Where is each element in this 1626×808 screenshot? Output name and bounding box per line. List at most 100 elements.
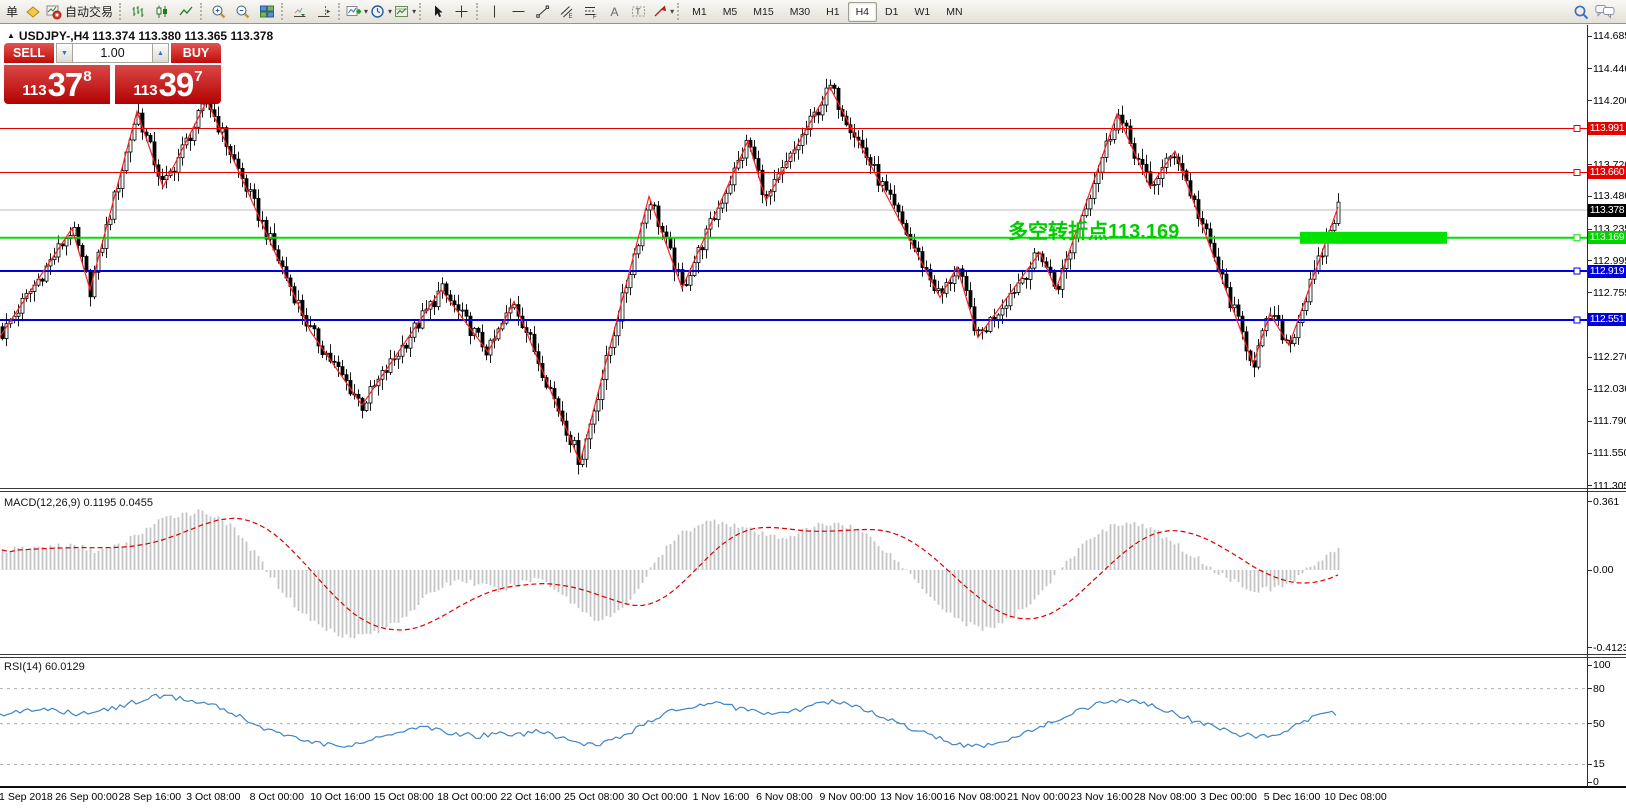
new-order-label[interactable]: 单 xyxy=(6,3,18,20)
zoom-in-icon[interactable] xyxy=(208,2,230,22)
arrows-icon[interactable]: ▾ xyxy=(652,2,674,22)
sell-button[interactable]: SELL xyxy=(4,43,54,63)
panel-separator[interactable] xyxy=(0,654,1626,658)
tile-windows-icon[interactable] xyxy=(256,2,278,22)
fibonacci-icon[interactable]: F xyxy=(580,2,602,22)
chat-icon[interactable] xyxy=(1594,2,1616,22)
time-label: 10 Dec 08:00 xyxy=(1324,791,1386,803)
indicators-icon[interactable]: ▾ xyxy=(346,2,368,22)
time-label: 6 Nov 08:00 xyxy=(756,791,813,803)
candlestick-chart-icon[interactable] xyxy=(151,2,173,22)
new-order-icon[interactable] xyxy=(22,2,44,22)
timeframe-button-w1[interactable]: W1 xyxy=(906,2,938,22)
timeframe-button-m15[interactable]: M15 xyxy=(745,2,781,22)
price-axis-border xyxy=(1587,25,1588,787)
timeframe-button-mn[interactable]: MN xyxy=(938,2,970,22)
price-badge: 113.169 xyxy=(1588,231,1626,244)
time-label: 21 Nov 00:00 xyxy=(1007,791,1069,803)
price-tick-label: 114.685 xyxy=(1593,30,1626,42)
templates-icon[interactable]: ▾ xyxy=(394,2,416,22)
highlight-band[interactable] xyxy=(1300,232,1447,244)
toolbar: 单 自动交易 ▾ ▾ ▾ EFA T ▾ M1M5M15M30H1H4D1W1MN xyxy=(0,0,1626,24)
trendline-icon[interactable] xyxy=(532,2,554,22)
templates-dropdown-caret[interactable]: ▾ xyxy=(412,7,416,16)
crosshair-icon[interactable] xyxy=(451,2,473,22)
timeframe-button-m1[interactable]: M1 xyxy=(684,2,715,22)
price-tick-label: 111.305 xyxy=(1593,480,1626,492)
time-label: 18 Oct 00:00 xyxy=(437,791,497,803)
price-tick-label: 112.030 xyxy=(1593,383,1626,395)
svg-text:T: T xyxy=(636,7,641,16)
indicators-dropdown-caret[interactable]: ▾ xyxy=(364,7,368,16)
rsi-tick-label: 0 xyxy=(1593,776,1599,788)
timeframe-button-h4[interactable]: H4 xyxy=(848,2,877,22)
zigzag-line[interactable] xyxy=(0,87,1338,462)
macd-panel[interactable] xyxy=(0,492,1626,654)
panel-separator[interactable] xyxy=(0,488,1626,492)
price-chart-plot[interactable] xyxy=(0,25,1626,488)
one-click-trading-panel: SELL ▼ ▲ BUY 113 37 8 113 39 7 xyxy=(4,43,221,104)
volume-input[interactable] xyxy=(73,43,152,63)
label-icon[interactable]: T xyxy=(628,2,650,22)
sell-price-display[interactable]: 113 37 8 xyxy=(4,65,110,104)
time-label: 16 Nov 08:00 xyxy=(944,791,1006,803)
timeframe-button-m30[interactable]: M30 xyxy=(782,2,818,22)
level-line-handle[interactable] xyxy=(1574,125,1580,131)
price-tick-label: 111.790 xyxy=(1593,415,1626,427)
chart-title: ▲USDJPY-,H4 113.374 113.380 113.365 113.… xyxy=(7,29,273,43)
level-line-handle[interactable] xyxy=(1574,268,1580,274)
rsi-panel[interactable] xyxy=(0,658,1626,786)
channel-icon[interactable]: E xyxy=(556,2,578,22)
price-axis-tick xyxy=(1587,196,1592,197)
price-badge: 112.551 xyxy=(1588,313,1626,326)
rsi-axis-tick xyxy=(1587,764,1592,765)
level-line-handle[interactable] xyxy=(1574,169,1580,175)
timeframe-button-d1[interactable]: D1 xyxy=(877,2,906,22)
price-axis-tick xyxy=(1587,68,1592,69)
price-badge: 113.660 xyxy=(1588,166,1626,179)
time-label: 30 Oct 00:00 xyxy=(627,791,687,803)
chart-shift-icon[interactable] xyxy=(313,2,335,22)
buy-button[interactable]: BUY xyxy=(171,43,221,63)
level-line-handle[interactable] xyxy=(1574,235,1580,241)
macd-axis-tick xyxy=(1587,501,1592,502)
ohlc-quotes: 113.374 113.380 113.365 113.378 xyxy=(92,29,273,43)
auto-scroll-icon[interactable] xyxy=(289,2,311,22)
rsi-tick-label: 50 xyxy=(1593,718,1605,730)
time-label: 9 Nov 00:00 xyxy=(820,791,877,803)
buy-price-display[interactable]: 113 39 7 xyxy=(115,65,221,104)
periods-dropdown-caret[interactable]: ▾ xyxy=(388,7,392,16)
time-axis-border xyxy=(0,786,1626,788)
time-label: 25 Oct 08:00 xyxy=(564,791,624,803)
volume-increase-button[interactable]: ▲ xyxy=(152,43,169,63)
rsi-axis-tick xyxy=(1587,782,1592,783)
time-label: 26 Sep 00:00 xyxy=(55,791,117,803)
price-badge: 113.991 xyxy=(1588,122,1626,135)
timeframe-button-m5[interactable]: M5 xyxy=(715,2,746,22)
search-icon[interactable] xyxy=(1570,2,1592,22)
pivot-annotation-text[interactable]: 多空转折点113.169 xyxy=(1008,215,1179,244)
periods-icon[interactable]: ▾ xyxy=(370,2,392,22)
candles xyxy=(1,79,1340,475)
arrows-dropdown-caret[interactable]: ▾ xyxy=(670,7,674,16)
volume-decrease-button[interactable]: ▼ xyxy=(56,43,73,63)
vertical-line-icon[interactable] xyxy=(484,2,506,22)
rsi-line xyxy=(0,694,1336,747)
toolbar-right-icons xyxy=(1569,2,1617,22)
price-axis-tick xyxy=(1587,453,1592,454)
level-line-handle[interactable] xyxy=(1574,317,1580,323)
price-axis-tick xyxy=(1587,389,1592,390)
toolbar-group-grip xyxy=(338,3,341,20)
horizontal-line-icon[interactable] xyxy=(508,2,530,22)
time-label: 3 Oct 08:00 xyxy=(186,791,240,803)
chart-title-marker-icon: ▲ xyxy=(7,31,15,40)
bar-chart-icon[interactable] xyxy=(127,2,149,22)
cursor-icon[interactable] xyxy=(427,2,449,22)
autotrading-button[interactable]: 自动交易 xyxy=(46,2,116,22)
timeframe-button-h1[interactable]: H1 xyxy=(818,2,847,22)
line-chart-icon[interactable] xyxy=(175,2,197,22)
rsi-axis-tick xyxy=(1587,688,1592,689)
price-axis-tick xyxy=(1587,485,1592,486)
text-icon[interactable]: A xyxy=(604,2,626,22)
zoom-out-icon[interactable] xyxy=(232,2,254,22)
